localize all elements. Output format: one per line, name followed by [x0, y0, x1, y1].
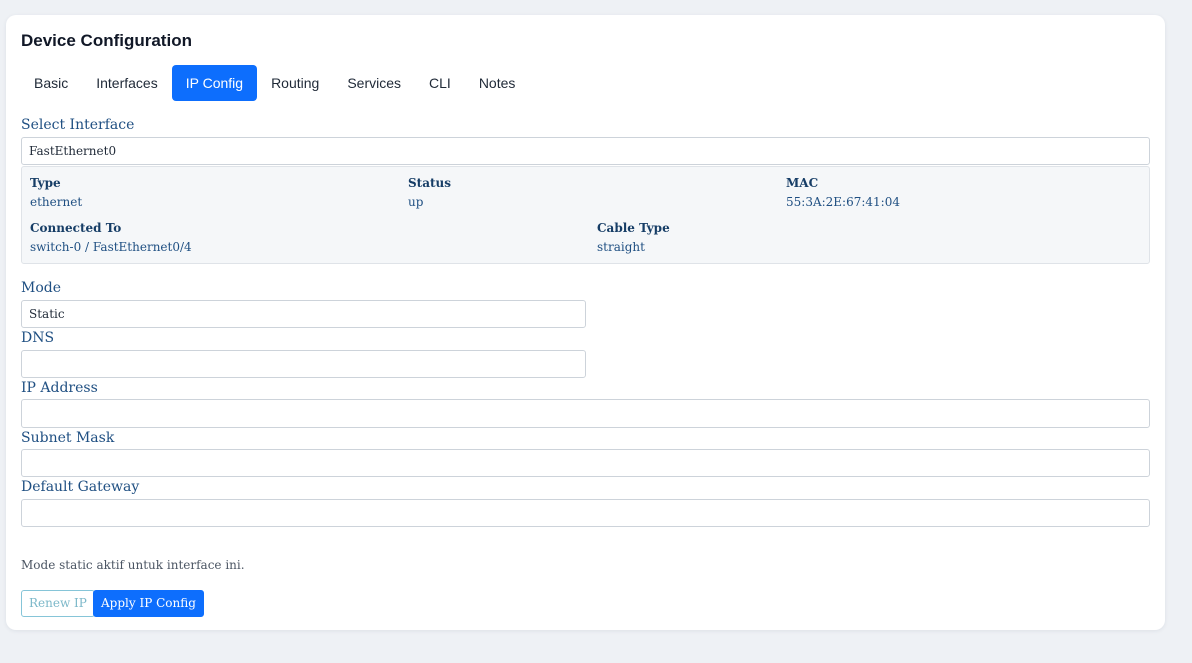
mode-status-note: Mode static aktif untuk interface ini. — [21, 558, 245, 572]
panel-title: Device Configuration — [21, 31, 192, 50]
tab-services[interactable]: Services — [333, 65, 415, 101]
tab-bar: Basic Interfaces IP Config Routing Servi… — [20, 65, 529, 101]
status-value: up — [408, 195, 424, 209]
tab-cli[interactable]: CLI — [415, 65, 465, 101]
interface-info-box: Type ethernet Status up MAC 55:3A:2E:67:… — [21, 166, 1150, 264]
type-label: Type — [30, 176, 61, 190]
renew-ip-button[interactable]: Renew IP — [21, 590, 95, 617]
tab-basic[interactable]: Basic — [20, 65, 82, 101]
device-config-panel: Device Configuration Basic Interfaces IP… — [6, 15, 1165, 630]
type-value: ethernet — [30, 195, 83, 209]
cable-type-label: Cable Type — [597, 221, 670, 235]
tab-interfaces[interactable]: Interfaces — [82, 65, 171, 101]
tab-routing[interactable]: Routing — [257, 65, 333, 101]
mode-select[interactable]: Static — [21, 300, 586, 328]
ip-address-label: IP Address — [21, 380, 98, 396]
status-label: Status — [408, 176, 452, 190]
mode-label: Mode — [21, 280, 62, 296]
tab-notes[interactable]: Notes — [465, 65, 530, 101]
connected-to-value: switch-0 / FastEthernet0/4 — [30, 240, 192, 254]
default-gateway-input[interactable] — [21, 499, 1150, 527]
mac-label: MAC — [786, 176, 819, 190]
tab-ip-config[interactable]: IP Config — [171, 65, 258, 101]
dns-input[interactable] — [21, 350, 586, 378]
connected-to-label: Connected To — [30, 221, 122, 235]
dns-label: DNS — [21, 330, 55, 346]
interface-select[interactable]: FastEthernet0 — [21, 137, 1150, 165]
apply-ip-config-button[interactable]: Apply IP Config — [93, 590, 204, 617]
cable-type-value: straight — [597, 240, 645, 254]
subnet-mask-input[interactable] — [21, 449, 1150, 477]
ip-address-input[interactable] — [21, 399, 1150, 428]
mac-value: 55:3A:2E:67:41:04 — [786, 195, 900, 209]
subnet-mask-label: Subnet Mask — [21, 430, 115, 446]
default-gateway-label: Default Gateway — [21, 479, 140, 495]
select-interface-label: Select Interface — [21, 117, 135, 133]
